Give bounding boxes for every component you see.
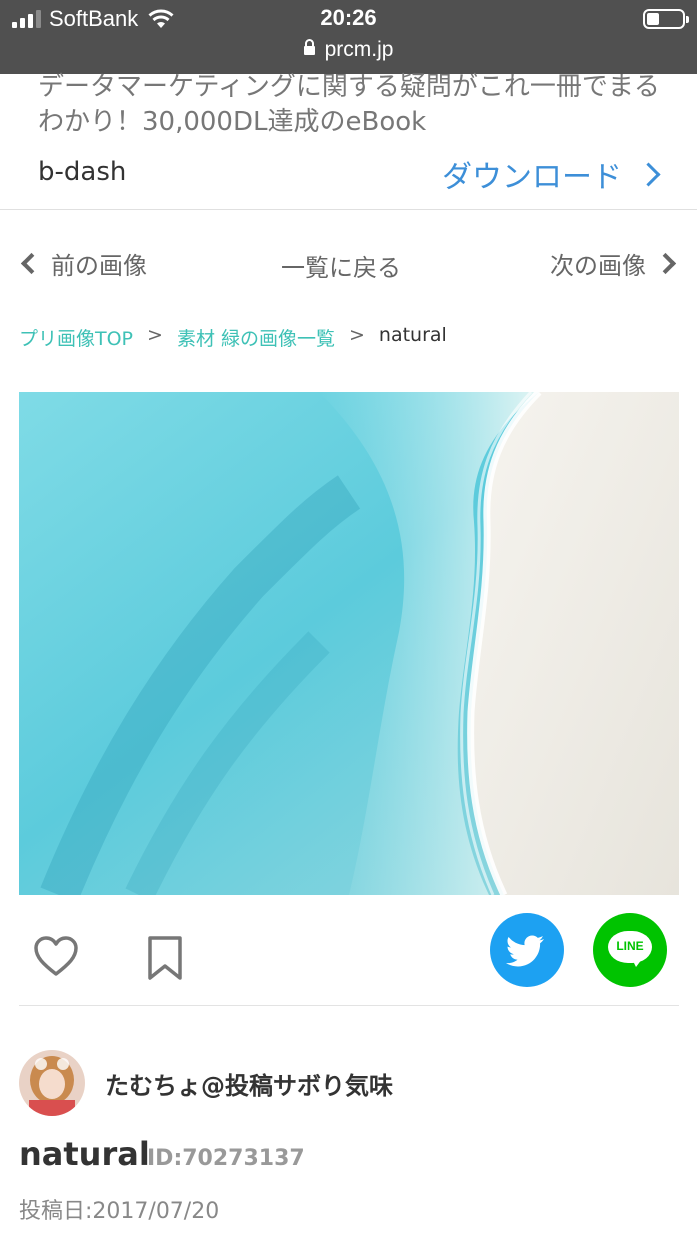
clock: 20:26 <box>320 5 377 30</box>
post-id: ID:70273137 <box>147 1146 305 1171</box>
breadcrumb-link-top[interactable]: プリ画像TOP <box>19 324 133 351</box>
line-label: LINE <box>616 939 644 953</box>
bookmark-icon[interactable] <box>147 935 183 981</box>
next-image-label: 次の画像 <box>550 252 646 280</box>
breadcrumb-current: natural <box>378 324 447 346</box>
twitter-bird-icon <box>505 935 544 967</box>
breadcrumb-separator: > <box>147 324 163 346</box>
breadcrumb: プリ画像TOP > 素材 緑の画像一覧 > natural <box>19 324 447 351</box>
status-bar: SoftBank 20:26 prcm.jp <box>0 0 697 74</box>
image-navigation: 前の画像 一覧に戻る 次の画像 <box>0 240 697 290</box>
line-share-button[interactable]: LINE <box>593 913 667 987</box>
main-image[interactable] <box>19 392 679 895</box>
ad-banner[interactable]: データマーケティングに関する疑問がこれ一冊でまるわかり！30,000DL達成のe… <box>0 72 697 210</box>
action-bar: LINE <box>19 905 679 1006</box>
ad-download-button[interactable]: ダウンロード <box>442 152 661 196</box>
chevron-right-icon <box>636 161 661 187</box>
breadcrumb-link-category[interactable]: 素材 緑の画像一覧 <box>177 324 335 351</box>
ad-download-label: ダウンロード <box>442 160 622 195</box>
heart-icon[interactable] <box>33 935 79 977</box>
twitter-share-button[interactable] <box>490 913 564 987</box>
ad-text: データマーケティングに関する疑問がこれ一冊でまるわかり！30,000DL達成のe… <box>38 72 660 137</box>
post-date: 投稿日:2017/07/20 <box>19 1199 220 1224</box>
post-title: natural <box>19 1135 150 1173</box>
avatar-image <box>19 1050 85 1116</box>
lock-icon <box>303 39 315 55</box>
author-name[interactable]: たむちょ@投稿サボり気味 <box>105 1066 393 1101</box>
beach-image <box>19 392 679 895</box>
next-image-link[interactable]: 次の画像 <box>550 246 677 281</box>
url-text: prcm.jp <box>324 38 394 61</box>
chevron-right-icon <box>654 252 677 275</box>
address-bar[interactable]: prcm.jp <box>0 38 697 62</box>
avatar[interactable] <box>19 1050 85 1116</box>
ad-brand: b-dash <box>38 157 127 187</box>
battery-icon <box>643 9 689 29</box>
breadcrumb-separator: > <box>349 324 365 346</box>
